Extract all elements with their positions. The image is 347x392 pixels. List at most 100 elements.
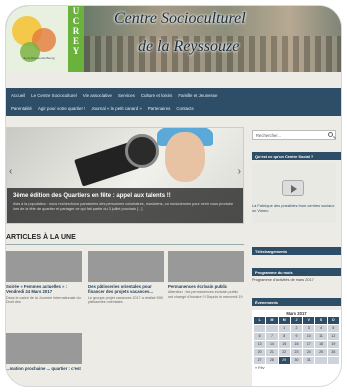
- calendar-day[interactable]: 2: [290, 325, 303, 332]
- logo-caption: de la Reyssouze Bourg: [23, 56, 55, 60]
- calendar-day[interactable]: 6: [254, 333, 266, 340]
- calendar-day: [315, 357, 327, 364]
- nav-item-centre[interactable]: Le Centre Socioculturel: [28, 91, 80, 100]
- slider-prev-icon[interactable]: ‹: [9, 166, 12, 177]
- nav-item-agir[interactable]: Agir pour votre quartier !: [35, 104, 88, 113]
- article-thumbnail[interactable]: [6, 251, 82, 282]
- nav-item-contacts[interactable]: Contacts: [173, 104, 196, 113]
- nav-item-services[interactable]: Services: [115, 91, 138, 100]
- search-icon[interactable]: [328, 132, 333, 137]
- person-face-image: [165, 132, 205, 182]
- calendar-day[interactable]: 22: [278, 349, 290, 356]
- calendar-prev-link[interactable]: « Fév: [252, 364, 341, 372]
- nav-item-culture[interactable]: Culture et loisirs: [138, 91, 175, 100]
- play-icon[interactable]: [282, 180, 304, 196]
- search-placeholder: Rechercher...: [256, 133, 281, 138]
- article-card[interactable]: Permanences écrivain public Attention : …: [168, 251, 244, 300]
- video-embed[interactable]: La Fabrique des possibles from centres s…: [252, 163, 336, 223]
- main-navigation: Accueil Le Centre Socioculturel Vie asso…: [6, 88, 341, 116]
- vertical-letter: U: [72, 6, 80, 16]
- calendar-day[interactable]: 8: [278, 333, 290, 340]
- calendar-day[interactable]: 12: [327, 333, 339, 340]
- calendar-day[interactable]: 25: [315, 349, 327, 356]
- sidebar-box-title: Téléchargements: [252, 247, 341, 255]
- article-title[interactable]: Soirée « Femmes actuelles » : Vendredi 2…: [6, 284, 82, 295]
- calendar-day[interactable]: 9: [290, 333, 303, 340]
- calendar-day[interactable]: 28: [266, 357, 278, 364]
- calendar-day[interactable]: 1: [278, 325, 290, 332]
- nav-item-journal[interactable]: Journal « le petit canard »: [88, 104, 145, 113]
- search-input[interactable]: Rechercher...: [252, 130, 336, 140]
- article-card[interactable]: ...mation prochaine ... quartier : c'est: [6, 333, 82, 371]
- calendar-day[interactable]: 18: [315, 341, 327, 348]
- calendar-day[interactable]: 7: [266, 333, 278, 340]
- calendar-month: Mars 2017: [286, 311, 307, 316]
- calendar-day: [266, 325, 278, 332]
- nav-item-vie-associative[interactable]: Vie associative: [80, 91, 115, 100]
- article-thumbnail[interactable]: [168, 251, 244, 282]
- calendar-day[interactable]: 31: [303, 357, 315, 364]
- calendar-day[interactable]: 15: [278, 341, 290, 348]
- calendar-day[interactable]: 16: [290, 341, 303, 348]
- slider-next-icon[interactable]: ›: [238, 166, 241, 177]
- nav-item-accueil[interactable]: Accueil: [8, 91, 28, 100]
- events-calendar: Mars 2017 L M M J V S D 1 2 3 4 5 6 7 8 9 10 11 12 13 14 15 16…: [252, 310, 341, 386]
- vertical-letter: E: [72, 36, 79, 46]
- calendar-day[interactable]: 5: [327, 325, 339, 332]
- slider-caption: 3ème édition des Quartiers en fête : app…: [7, 188, 243, 223]
- slider-text: Avis à la population : nous recherchons …: [13, 202, 234, 211]
- featured-slider[interactable]: ‹ › 3ème édition des Quartiers en fête :…: [6, 127, 244, 224]
- calendar-weekday: S: [315, 317, 327, 324]
- calendar-day[interactable]: 3: [303, 325, 315, 332]
- calendar-day[interactable]: 19: [327, 341, 339, 348]
- calendar-day[interactable]: 24: [303, 349, 315, 356]
- calendar-day[interactable]: 20: [254, 349, 266, 356]
- calendar-day[interactable]: 27: [254, 357, 266, 364]
- article-excerpt: Attention : les permanences écrivain pub…: [168, 290, 243, 299]
- calendar-day: [327, 357, 339, 364]
- calendar-day[interactable]: 29: [278, 357, 290, 364]
- site-logo[interactable]: de la Reyssouze Bourg: [6, 6, 68, 72]
- article-excerpt: Dans le cadre de la Journée Internationa…: [6, 295, 81, 305]
- calendar-weekday: J: [290, 317, 303, 324]
- article-card[interactable]: Des pâtisseries orientales pour financer…: [88, 251, 164, 305]
- article-title[interactable]: Des pâtisseries orientales pour financer…: [88, 284, 164, 295]
- article-card[interactable]: Soirée « Femmes actuelles » : Vendredi 2…: [6, 251, 82, 305]
- articles-section-title: ARTICLES À LA UNE: [6, 234, 76, 241]
- vertical-letter: R: [72, 26, 80, 36]
- nav-item-partenaires[interactable]: Partenaires: [145, 104, 173, 113]
- megaphone-bell-image: [125, 134, 159, 168]
- calendar-day[interactable]: 10: [303, 333, 315, 340]
- sidebar-box-title: Programme du mois: [252, 268, 341, 276]
- section-divider: [6, 244, 244, 245]
- video-caption[interactable]: La Fabrique des possibles from centres s…: [252, 203, 336, 213]
- calendar-day[interactable]: 26: [327, 349, 339, 356]
- nav-row-1: Accueil Le Centre Socioculturel Vie asso…: [8, 91, 220, 100]
- calendar-day[interactable]: 11: [315, 333, 327, 340]
- site-title-line1: Centre Socioculturel: [114, 10, 246, 27]
- calendar-weekday: M: [278, 317, 290, 324]
- article-thumbnail[interactable]: [88, 251, 164, 282]
- calendar-day[interactable]: 13: [254, 341, 266, 348]
- vertical-letter: Y: [72, 46, 80, 56]
- nav-item-famille[interactable]: Famille et Jeunesse: [175, 91, 220, 100]
- article-thumbnail[interactable]: [6, 333, 82, 364]
- calendar-day[interactable]: 14: [266, 341, 278, 348]
- calendar-day[interactable]: 30: [290, 357, 303, 364]
- vertical-letter: C: [72, 16, 80, 26]
- browser-frame: de la Reyssouze Bourg U C R E Y Centre S…: [6, 6, 341, 386]
- calendar-day[interactable]: 4: [315, 325, 327, 332]
- article-title[interactable]: Permanences écrivain public: [168, 284, 244, 289]
- calendar-weekday: V: [303, 317, 315, 324]
- calendar-day[interactable]: 21: [266, 349, 278, 356]
- calendar-weekday: D: [327, 317, 339, 324]
- calendar-day[interactable]: 23: [290, 349, 303, 356]
- nav-item-parentalite[interactable]: Parentalité: [8, 104, 35, 113]
- calendar-grid: L M M J V S D 1 2 3 4 5 6 7 8 9 10 11 12 13 14 15 16 17 18 19 20 21…: [252, 317, 341, 364]
- programme-link[interactable]: Programme d'activités de mars 2017: [252, 278, 338, 282]
- site-title-line2: de la Reyssouze: [138, 38, 240, 55]
- article-title[interactable]: ...mation prochaine ... quartier : c'est: [6, 366, 82, 371]
- sidebar-box-title: Qu'est ce qu'un Centre Social ?: [252, 152, 341, 160]
- slider-title[interactable]: 3ème édition des Quartiers en fête : app…: [13, 193, 239, 199]
- calendar-day[interactable]: 17: [303, 341, 315, 348]
